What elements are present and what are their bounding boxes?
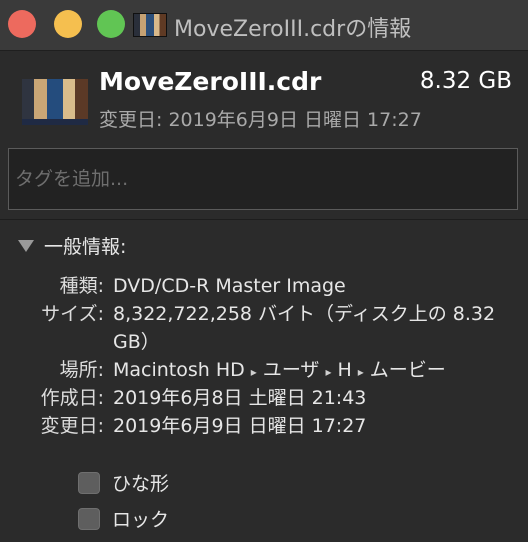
close-button[interactable] <box>8 10 36 38</box>
where-label: 場所: <box>59 359 104 381</box>
modified-date: 変更日: 2019年6月9日 日曜日 17:27 <box>99 109 422 131</box>
size-label: サイズ: <box>41 303 104 325</box>
file-thumbnail-icon <box>133 13 167 37</box>
created-label: 作成日: <box>40 387 104 409</box>
section-title: 一般情報: <box>44 236 127 258</box>
file-header: MoveZeroIII.cdr 8.32 GB 変更日: 2019年6月9日 日… <box>0 50 528 142</box>
file-size: 8.32 GB <box>419 68 512 94</box>
stationery-label: ひな形 <box>112 473 170 495</box>
window-title: MoveZeroIII.cdrの情報 <box>174 17 412 42</box>
modified-value: 2019年6月9日 日曜日 17:27 <box>113 415 367 437</box>
path-separator-icon: ▸ <box>250 365 257 379</box>
size-value: 8,322,722,258 バイト（ディスク上の 8.32 GB） <box>113 303 496 353</box>
path-item: ユーザ <box>262 359 320 381</box>
kind-value: DVD/CD-R Master Image <box>113 275 346 297</box>
minimize-button[interactable] <box>54 10 82 38</box>
tag-input[interactable] <box>9 149 517 209</box>
zoom-button[interactable] <box>97 10 125 38</box>
tag-field[interactable] <box>8 148 518 210</box>
modified-label: 変更日: <box>40 415 104 437</box>
file-name: MoveZeroIII.cdr <box>99 67 322 96</box>
where-path: Macintosh HD ▸ ユーザ ▸ H ▸ ムービー <box>113 356 498 386</box>
created-value: 2019年6月8日 土曜日 21:43 <box>113 387 367 409</box>
path-item: H <box>337 359 352 381</box>
kind-label: 種類: <box>59 275 104 297</box>
title-bar[interactable]: MoveZeroIII.cdrの情報 <box>0 0 528 51</box>
path-separator-icon: ▸ <box>325 365 332 379</box>
file-preview-icon <box>22 79 88 125</box>
locked-checkbox[interactable] <box>78 507 100 530</box>
divider <box>0 219 528 220</box>
stationery-option[interactable]: ひな形 <box>78 469 169 496</box>
general-section-toggle[interactable]: 一般情報: <box>18 232 126 259</box>
disclosure-triangle-icon[interactable] <box>18 239 34 252</box>
path-item: ムービー <box>369 359 446 381</box>
locked-label: ロック <box>112 509 170 531</box>
path-item: Macintosh HD <box>113 359 245 381</box>
stationery-checkbox[interactable] <box>78 471 100 494</box>
path-separator-icon: ▸ <box>357 365 364 379</box>
locked-option[interactable]: ロック <box>78 505 169 532</box>
